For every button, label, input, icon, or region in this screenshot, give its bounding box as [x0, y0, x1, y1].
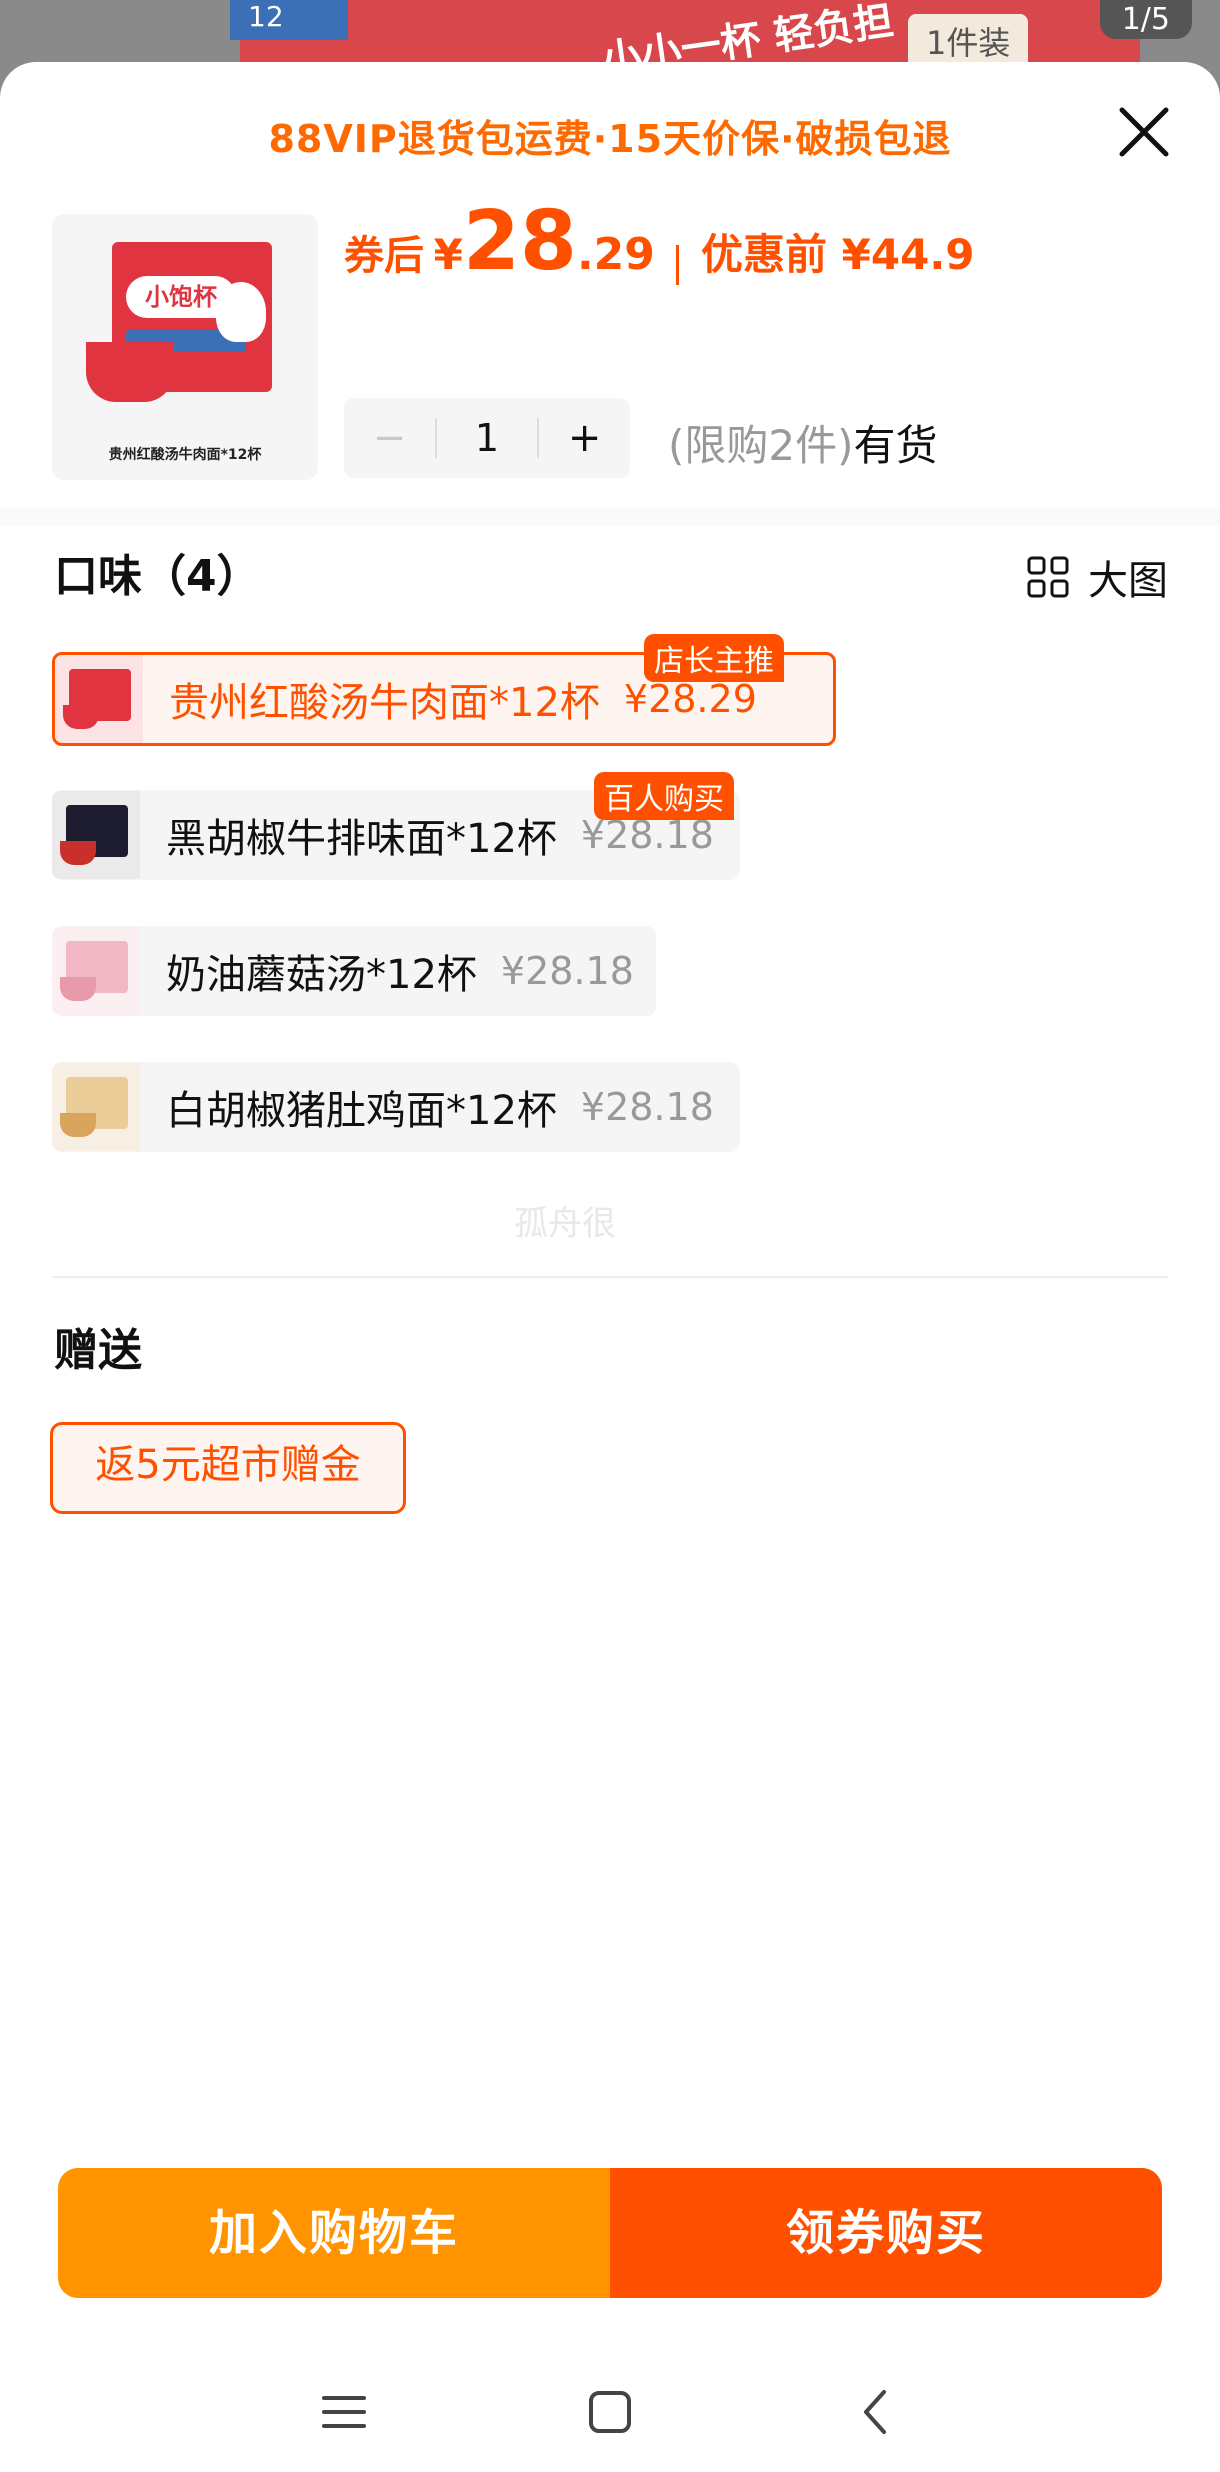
section-divider [52, 1276, 1168, 1278]
mascot-image [216, 282, 266, 342]
background-badge: 1件装 [908, 14, 1029, 68]
stock-info: (限购2件)有货 [668, 412, 938, 473]
flavor-cup-image [60, 841, 96, 865]
flavor-cup-image [60, 977, 96, 1001]
price-separator [676, 244, 680, 285]
buy-with-coupon-button[interactable]: 领券购买 [610, 2168, 1162, 2298]
flavor-tag: 百人购买 [594, 772, 734, 820]
big-image-label: 大图 [1088, 558, 1168, 604]
flavor-name: 奶油蘑菇汤*12杯 [166, 952, 477, 998]
flavor-name: 黑胡椒牛排味面*12杯 [166, 816, 557, 862]
close-icon[interactable] [1112, 100, 1176, 164]
flavor-price: ¥28.29 [623, 677, 757, 721]
service-notice: 88VIP退货包运费·15天价保·破损包退 [268, 117, 952, 161]
price-integer: 28 [462, 194, 577, 289]
flavor-price: ¥28.18 [500, 949, 634, 993]
product-thumbnail[interactable]: 小饱杯 贵州红酸汤牛肉面*12杯 [52, 214, 318, 480]
gift-chip[interactable]: 返5元超市赠金 [50, 1422, 406, 1514]
product-cup-image [86, 342, 174, 402]
big-image-toggle[interactable]: 大图 [1026, 548, 1168, 606]
price-decimal: .29 [576, 229, 655, 280]
grid-icon [1027, 556, 1069, 598]
stock-status: 有货 [853, 421, 938, 470]
flavor-name: 白胡椒猪肚鸡面*12杯 [166, 1088, 557, 1134]
quantity-value[interactable]: 1 [434, 418, 540, 458]
flavor-price: ¥28.18 [580, 1085, 714, 1129]
decrease-button[interactable]: − [344, 398, 435, 478]
action-bar: 加入购物车 领券购买 [58, 2168, 1162, 2298]
system-nav-bar [0, 2352, 1220, 2472]
home-icon[interactable] [580, 2382, 640, 2442]
flavor-cup-image [63, 705, 99, 729]
flavor-name: 贵州红酸汤牛肉面*12杯 [169, 680, 600, 726]
purchase-limit: (限购2件) [668, 421, 854, 470]
menu-icon[interactable] [314, 2382, 374, 2442]
flavor-thumb [52, 927, 140, 1015]
flavor-thumb [52, 1063, 140, 1151]
flavor-thumb [55, 655, 143, 743]
flavor-cup-image [60, 1113, 96, 1137]
product-thumb-caption: 贵州红酸汤牛肉面*12杯 [108, 447, 262, 463]
flavor-section-title: 口味（4） [54, 551, 261, 602]
price-row: 券后 ¥28.29 优惠前 ¥44.9 [344, 194, 975, 289]
flavor-thumb [52, 791, 140, 879]
currency-symbol: ¥ [433, 230, 463, 279]
background-mini-label: 12 [230, 0, 348, 40]
flavor-tag: 店长主推 [644, 634, 784, 682]
flavor-option[interactable]: 奶油蘑菇汤*12杯 ¥28.18 [52, 926, 656, 1016]
coupon-price-label: 券后 [344, 233, 424, 279]
quantity-stepper: − 1 + [344, 398, 630, 478]
increase-button[interactable]: + [539, 398, 630, 478]
section-divider [0, 508, 1220, 526]
watermark: 孤舟很 [514, 1204, 616, 1244]
gift-section-title: 赠送 [54, 1325, 142, 1376]
add-to-cart-button[interactable]: 加入购物车 [58, 2168, 610, 2298]
flavor-option[interactable]: 白胡椒猪肚鸡面*12杯 ¥28.18 [52, 1062, 740, 1152]
original-price: 优惠前 ¥44.9 [701, 230, 975, 279]
sku-selector-sheet: 88VIP退货包运费·15天价保·破损包退 小饱杯 贵州红酸汤牛肉面*12杯 券… [0, 62, 1220, 2434]
back-icon[interactable] [846, 2382, 906, 2442]
image-counter: 1/5 [1099, 0, 1192, 39]
